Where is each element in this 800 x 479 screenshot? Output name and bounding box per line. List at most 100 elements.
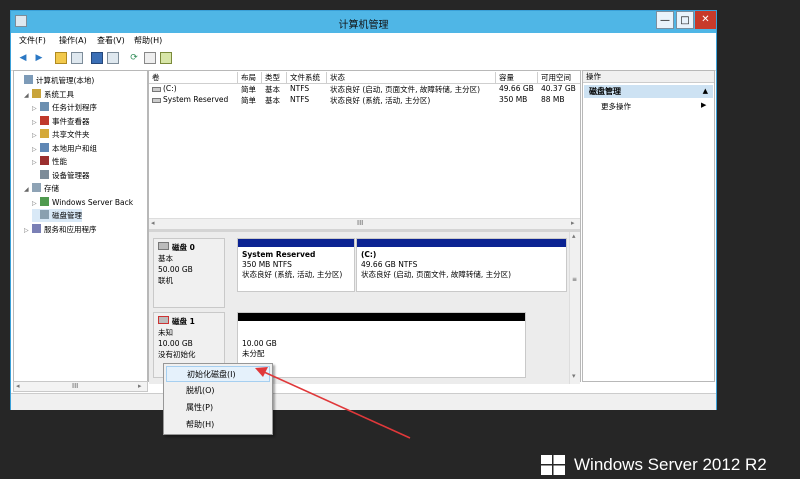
tree-item[interactable]: 磁盘管理 [32,209,82,222]
tree-item-label: 磁盘管理 [52,211,82,220]
tree-item[interactable]: ▷ 事件查看器 [32,115,90,128]
forward-icon[interactable]: ▶ [33,52,45,64]
partition-size: 350 MB NTFS [242,260,292,269]
tree-item[interactable]: ▷ 本地用户和组 [32,142,97,155]
tree-item-label: 本地用户和组 [52,143,97,153]
actions-section-disk-management[interactable]: 磁盘管理 ▲ [584,85,713,98]
volume-list-scrollbar[interactable]: ◂ III ▸ [149,218,580,229]
disk0-label[interactable]: 磁盘 0 基本 50.00 GB 联机 [153,238,225,308]
tools-icon [32,88,41,98]
tree-item-label: 共享文件夹 [52,130,90,139]
menu-view[interactable]: 查看(V) [97,35,125,46]
tree-item-label: 计算机管理(本地) [36,76,95,85]
expand-arrow-icon[interactable]: ▷ [24,224,32,237]
disk-icon[interactable] [144,52,156,64]
menu-initialize-disk[interactable]: 初始化磁盘(I) [166,366,270,382]
menu-help[interactable]: 帮助(H) [134,35,162,46]
col-free-space[interactable]: 可用空间 [538,72,580,83]
unallocated-label: 未分配 [242,349,265,358]
help-icon[interactable] [91,52,103,64]
shared-folder-icon [40,129,49,138]
settings-icon[interactable] [160,52,172,64]
col-type[interactable]: 类型 [262,72,287,83]
submenu-arrow-icon: ▶ [701,101,707,109]
partition-c[interactable]: (C:) 49.66 GB NTFS 状态良好 (启动, 页面文件, 故障转储,… [356,238,567,292]
tree-item[interactable]: ◢ 存储 [24,182,59,195]
disk0-type: 基本 [158,254,173,263]
col-filesystem[interactable]: 文件系统 [287,72,327,83]
menu-help-item[interactable]: 帮助(H) [166,417,270,433]
tree-item[interactable]: ▷ 服务和应用程序 [24,223,97,236]
disk0-size: 50.00 GB [158,265,193,274]
computer-icon [24,75,33,84]
menu-offline[interactable]: 脱机(O) [166,383,270,399]
partition-name: (C:) [361,250,377,259]
scroll-grip: III [72,382,79,390]
expand-arrow-icon[interactable]: ▷ [32,129,40,142]
expand-arrow-icon[interactable]: ▷ [32,116,40,129]
expand-arrow-icon[interactable]: ◢ [24,89,32,102]
disk-view-scrollbar[interactable]: ▴ ≡ ▾ [569,232,580,384]
col-volume[interactable]: 卷 [149,72,238,83]
expand-arrow-icon[interactable]: ◢ [24,183,32,196]
maximize-button[interactable]: □ [676,11,694,29]
volume-cell: 基本 [265,96,280,105]
menu-bar: 文件(F) 操作(A) 查看(V) 帮助(H) [11,33,716,47]
collapse-icon[interactable]: ▲ [703,85,708,98]
menu-action[interactable]: 操作(A) [59,35,87,46]
section-title: 磁盘管理 [589,87,621,96]
disk-management-icon [40,210,49,219]
menu-file[interactable]: 文件(F) [19,35,46,46]
tree-horizontal-scrollbar[interactable]: ◂ III ▸ [13,381,148,392]
tree-item-label: 任务计划程序 [52,103,97,112]
volume-cell: 40.37 GB [541,84,576,93]
volume-cell: 88 MB [541,95,565,104]
col-capacity[interactable]: 容量 [496,72,538,83]
menu-properties[interactable]: 属性(P) [166,400,270,416]
back-icon[interactable]: ◀ [17,52,29,64]
tree-item[interactable]: ▷ 共享文件夹 [32,128,90,141]
partition-status: 状态良好 (系统, 活动, 主分区) [242,270,343,279]
expand-arrow-icon[interactable]: ▷ [32,143,40,156]
toolbar: ◀ ▶ ⟳ [11,48,716,71]
tree-item[interactable]: 设备管理器 [32,169,90,182]
volume-cell: 状态良好 (启动, 页面文件, 故障转储, 主分区) [330,85,481,94]
partition-status: 状态良好 (启动, 页面文件, 故障转储, 主分区) [361,270,512,279]
disk0-status: 联机 [158,276,173,285]
close-button[interactable]: ✕ [695,11,716,29]
tree-item-label: 设备管理器 [52,170,90,180]
expand-arrow-icon[interactable]: ▷ [32,102,40,115]
users-icon [40,142,49,152]
expand-arrow-icon[interactable]: ▷ [32,156,40,169]
tree-item-label: 系统工具 [44,89,74,99]
show-hide-tree-icon[interactable] [71,52,83,64]
tree-item[interactable]: ▷ 任务计划程序 [32,101,97,114]
computer-management-window: 计算机管理 — □ ✕ 文件(F) 操作(A) 查看(V) 帮助(H) ◀ ▶ … [10,10,717,410]
tree-item[interactable]: 计算机管理(本地) [16,74,94,87]
volume-row[interactable]: (C:) 简单 基本 NTFS 状态良好 (启动, 页面文件, 故障转储, 主分区) 49… [149,84,580,95]
volume-cell: (C:) [163,84,177,93]
status-bar [11,393,716,410]
tree-item[interactable]: ◢ 系统工具 [24,88,74,101]
col-status[interactable]: 状态 [327,72,496,83]
more-actions[interactable]: 更多操作 [601,101,631,112]
unallocated-space[interactable]: 10.00 GB 未分配 [237,312,526,378]
volume-cell: 状态良好 (系统, 活动, 主分区) [330,96,431,105]
actions-header: 操作 [583,71,714,83]
refresh-icon[interactable]: ⟳ [128,52,140,64]
tree-item-label: 服务和应用程序 [44,224,97,234]
col-layout[interactable]: 布局 [238,72,262,83]
up-folder-icon[interactable] [55,52,67,64]
volume-cell: 49.66 GB [499,84,534,93]
tree-item[interactable]: ▷ Windows Server Back [32,196,133,209]
partition-system-reserved[interactable]: System Reserved 350 MB NTFS 状态良好 (系统, 活动… [237,238,355,292]
backup-icon [40,196,49,206]
minimize-button[interactable]: — [656,11,674,29]
expand-arrow-icon[interactable]: ▷ [32,197,40,210]
properties-icon[interactable] [107,52,119,64]
tree-item[interactable]: ▷ 性能 [32,155,67,168]
volume-cell: 350 MB [499,95,528,104]
disk-management-pane: 卷 布局 类型 文件系统 状态 容量 可用空间 (C:) 简单 基本 NTFS 状态良好… [148,70,581,384]
storage-icon [32,183,41,192]
volume-row[interactable]: System Reserved 简单 基本 NTFS 状态良好 (系统, 活动, 主分区… [149,95,580,106]
